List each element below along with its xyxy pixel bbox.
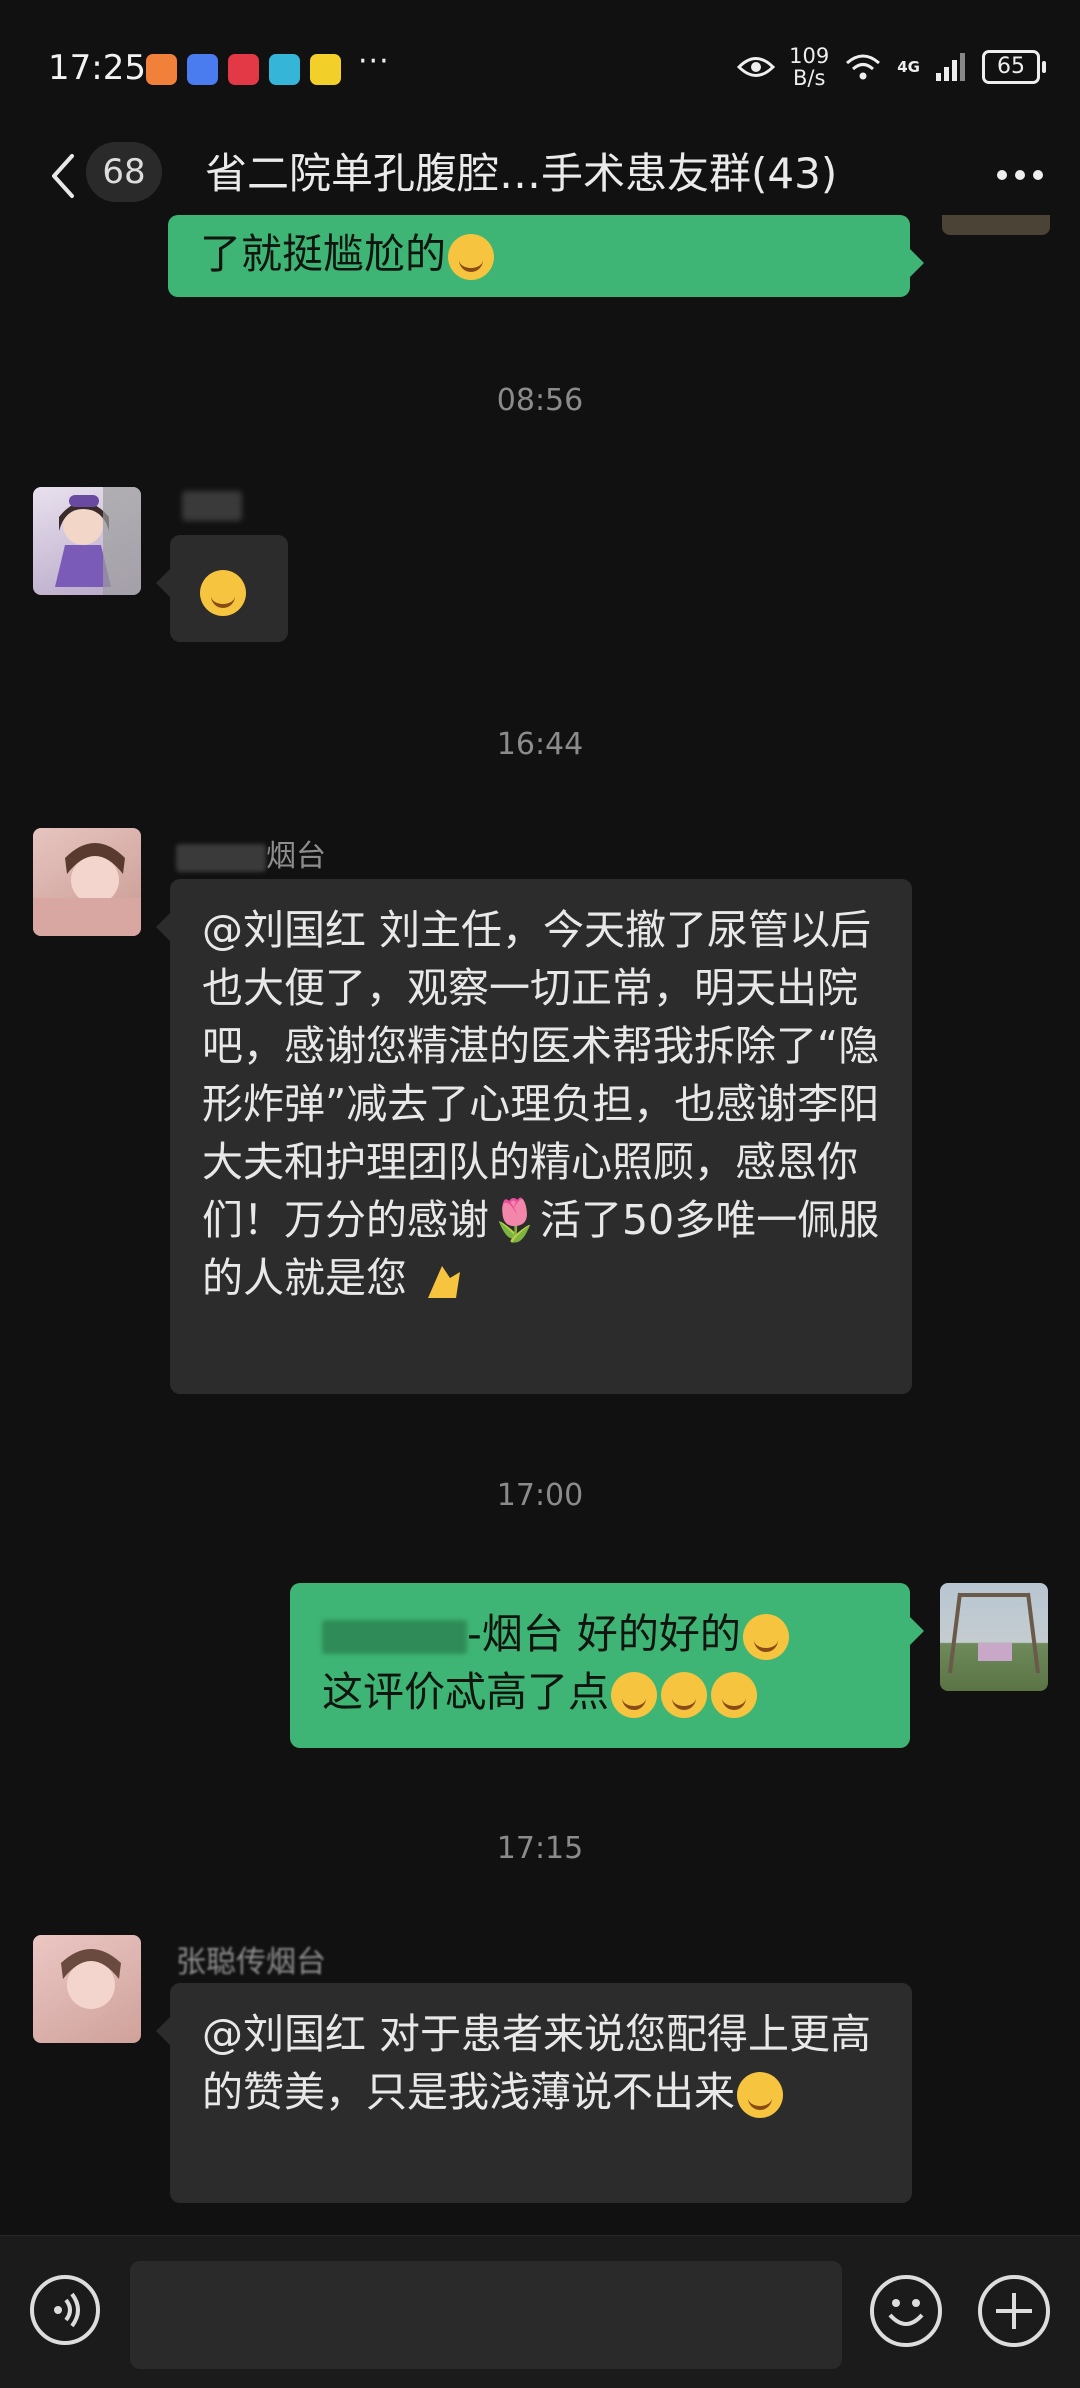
net-speed-unit: B/s	[792, 66, 826, 90]
message-bubble-incoming[interactable]: @刘国红 刘主任，今天撤了尿管以后也大便了，观察一切正常，明天出院吧，感谢您精湛…	[156, 879, 912, 1394]
emoji-icon	[888, 2299, 924, 2326]
app-notification-icon	[228, 54, 259, 85]
sender-name-blurred	[182, 491, 242, 521]
voice-icon	[54, 2292, 80, 2328]
sender-name-text: 烟台	[266, 839, 326, 874]
laughing-tears-emoji-icon	[611, 1672, 657, 1718]
avatar[interactable]	[33, 487, 141, 595]
avatar[interactable]	[33, 828, 141, 936]
laughing-tears-emoji-icon	[200, 570, 246, 616]
eye-icon	[737, 57, 776, 77]
laughing-tears-emoji-icon	[737, 2072, 783, 2118]
more-actions-button[interactable]	[978, 2275, 1050, 2347]
network-type: 4G	[897, 58, 920, 76]
message-text: 了就挺尴尬的	[200, 230, 446, 278]
status-time: 17:25	[48, 48, 146, 88]
message-text: -烟台 好的好的	[467, 1610, 741, 1658]
laughing-tears-emoji-icon	[661, 1672, 707, 1718]
sender-name: 张聪传烟台	[176, 1937, 326, 1981]
girl-avatar-image	[61, 1949, 121, 2009]
app-notification-icon	[269, 54, 300, 85]
mention-name-blurred	[322, 1620, 467, 1654]
message-timestamp: 16:44	[496, 727, 584, 762]
battery-level: 65	[997, 54, 1025, 79]
app-notification-icon	[310, 54, 341, 85]
signal-icon	[936, 53, 965, 81]
system-status: 109 B/s 4G 65	[737, 42, 1046, 92]
sender-name-text: 张聪传烟台	[176, 1945, 326, 1980]
swing-avatar-image	[948, 1592, 1040, 1674]
unread-count-badge[interactable]: 68	[86, 142, 162, 202]
message-bubble-incoming[interactable]: @刘国红 对于患者来说您配得上更高的赞美，只是我浅薄说不出来	[156, 1983, 912, 2203]
message-timestamp: 17:00	[496, 1478, 584, 1513]
plus-icon	[996, 2293, 1032, 2329]
sender-name: 烟台	[176, 831, 326, 875]
chat-title: 省二院单孔腹腔…手术患友群(43)	[205, 149, 838, 198]
message-list[interactable]: 了就挺尴尬的 08:56 16:44 烟台 @刘国红 刘主任，今天撤了尿管以后也…	[0, 215, 1080, 2235]
message-text: 这评价忒高了点	[322, 1668, 609, 1716]
voice-button[interactable]	[30, 2275, 100, 2345]
message-input[interactable]	[130, 2261, 842, 2369]
more-horizontal-icon[interactable]	[990, 150, 1050, 200]
message-timestamp: 08:56	[496, 383, 584, 418]
grinning-emoji-icon	[711, 1672, 757, 1718]
wifi-icon	[846, 54, 881, 80]
battery-icon: 65	[982, 50, 1046, 84]
thinking-emoji-icon	[448, 234, 494, 280]
thinking-emoji-icon	[742, 1614, 789, 1660]
clasped-hands-emoji-icon	[420, 1258, 466, 1304]
more-notifications-icon: ···	[358, 44, 390, 79]
avatar[interactable]	[33, 1935, 141, 2043]
message-timestamp: 17:15	[496, 1831, 584, 1866]
net-speed: 109 B/s	[789, 45, 829, 89]
message-text: @刘国红 刘主任，今天撤了尿管以后也大便了，观察一切正常，明天出院吧，感谢您精湛…	[202, 906, 880, 1302]
emoji-button[interactable]	[870, 2275, 942, 2347]
app-notification-icon	[187, 54, 218, 85]
net-speed-value: 109	[789, 44, 830, 68]
sender-name-blurred	[176, 843, 266, 872]
avatar[interactable]	[942, 215, 1050, 235]
app-notification-icon	[146, 54, 177, 85]
doll-avatar-image	[55, 487, 141, 595]
message-bubble-outgoing[interactable]: -烟台 好的好的 这评价忒高了点	[290, 1583, 924, 1748]
avatar[interactable]	[940, 1583, 1048, 1691]
girl-avatar-image	[33, 843, 141, 936]
message-bubble-incoming[interactable]	[156, 535, 288, 642]
notification-icons	[146, 54, 341, 85]
status-bar: 17:25 ··· 109 B/s 4G 65	[0, 0, 1080, 130]
input-bar	[0, 2235, 1080, 2388]
message-bubble-outgoing[interactable]: 了就挺尴尬的	[168, 215, 924, 297]
chevron-left-icon[interactable]	[40, 146, 84, 206]
message-text-line: 这评价忒高了点	[322, 1663, 878, 1721]
message-text-line: -烟台 好的好的	[322, 1605, 878, 1663]
